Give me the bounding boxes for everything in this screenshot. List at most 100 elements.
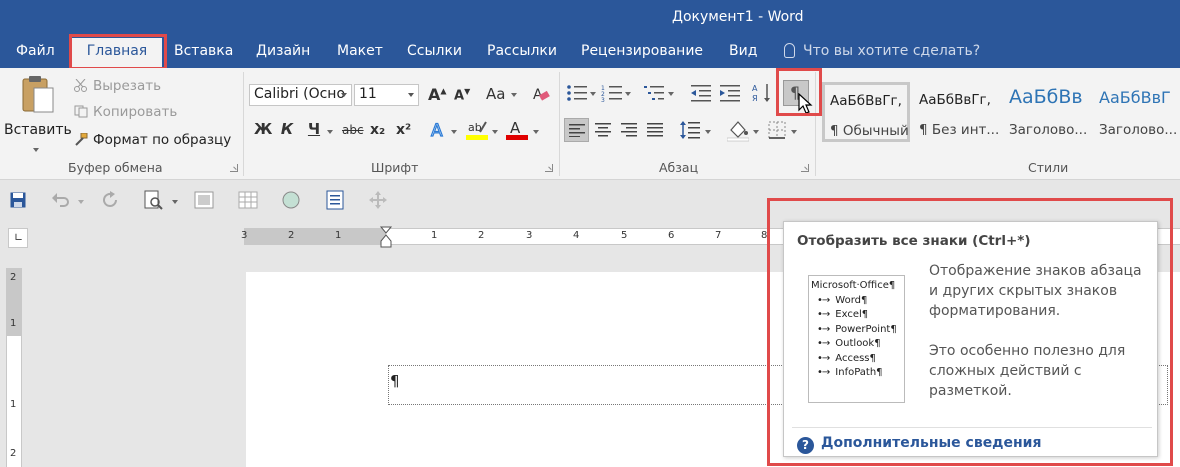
shape-circle-icon[interactable]	[282, 191, 300, 209]
underline-button[interactable]: Ч	[307, 120, 321, 138]
move-icon[interactable]	[368, 190, 388, 210]
strikethrough-button[interactable]: abc	[342, 123, 364, 137]
tab-review[interactable]: Рецензирование	[581, 43, 703, 59]
line-spacing-icon[interactable]	[680, 120, 700, 140]
tab-insert[interactable]: Вставка	[174, 43, 233, 59]
italic-button[interactable]: К	[280, 120, 294, 138]
style-normal[interactable]: АаБбВвГг, ¶ Обычный	[822, 82, 910, 142]
tab-mailings[interactable]: Рассылки	[487, 43, 557, 59]
clipboard-group-label: Буфер обмена	[68, 160, 163, 175]
increase-indent-icon[interactable]	[720, 84, 740, 102]
font-size-combo[interactable]: 11	[354, 84, 419, 106]
style-heading-2[interactable]: АаБбВвГ Заголово...	[1093, 82, 1180, 142]
align-right-icon[interactable]	[621, 123, 637, 137]
print-preview-dropdown-icon[interactable]	[172, 200, 178, 204]
highlight-dropdown-icon[interactable]	[492, 130, 498, 134]
font-launcher-icon[interactable]	[545, 164, 553, 172]
format-painter-button[interactable]: Формат по образцу	[74, 132, 231, 148]
bullets-icon[interactable]	[566, 84, 588, 102]
format-painter-label: Формат по образцу	[93, 132, 232, 148]
borders-icon[interactable]	[768, 121, 786, 139]
align-left-icon	[569, 124, 585, 137]
print-preview-icon[interactable]	[144, 190, 164, 210]
clipboard-launcher-icon[interactable]	[230, 164, 238, 172]
text-effects-dropdown-icon[interactable]	[451, 130, 457, 134]
line-spacing-dropdown-icon[interactable]	[705, 130, 711, 134]
form-icon[interactable]	[326, 190, 344, 210]
sort-icon[interactable]: АЯ	[752, 82, 772, 104]
svg-text:A: A	[510, 119, 521, 137]
indent-marker-icon[interactable]	[380, 226, 392, 248]
paragraph-group-label: Абзац	[659, 160, 699, 175]
style-heading-2-label: Заголово...	[1099, 122, 1178, 138]
underline-dropdown-icon[interactable]	[327, 130, 333, 134]
tell-me-box[interactable]: Что вы хотите сделать?	[784, 43, 980, 59]
svg-text:ab: ab	[468, 121, 482, 134]
style-no-spacing-label: ¶ Без инт...	[919, 122, 1000, 138]
highlight-color-icon[interactable]: ab	[466, 118, 488, 142]
shading-dropdown-icon[interactable]	[753, 130, 759, 134]
tab-selector[interactable]: ∟	[8, 228, 28, 248]
numbering-icon[interactable]: 123	[601, 84, 623, 102]
paragraph-launcher-icon[interactable]	[801, 164, 809, 172]
group-divider	[559, 72, 560, 176]
font-name-combo[interactable]: Calibri (Осно	[249, 84, 352, 106]
justify-icon[interactable]	[647, 123, 663, 137]
paste-dropdown-icon[interactable]	[33, 148, 39, 152]
tab-file[interactable]: Файл	[16, 43, 55, 59]
grow-font-button[interactable]: A▲	[428, 85, 447, 104]
align-center-icon[interactable]	[595, 123, 611, 137]
shading-icon[interactable]	[727, 118, 749, 142]
ruler-label: 2	[288, 230, 295, 241]
cut-button[interactable]: Вырезать	[74, 78, 161, 94]
align-left-button[interactable]	[564, 118, 589, 142]
text-effects-icon[interactable]: A	[430, 120, 448, 140]
grow-font-icon: A	[428, 85, 441, 104]
repeat-icon[interactable]	[102, 191, 120, 209]
highlight-home-tab	[69, 34, 167, 70]
tell-me-text: Что вы хотите сделать?	[803, 43, 981, 59]
tab-design[interactable]: Дизайн	[256, 43, 310, 59]
superscript-button[interactable]: x²	[396, 122, 411, 138]
shrink-font-button[interactable]: A▼	[454, 87, 470, 103]
ruler-label: 2	[478, 230, 485, 241]
undo-icon[interactable]	[52, 192, 70, 208]
tab-view[interactable]: Вид	[729, 43, 757, 59]
draw-table-icon[interactable]	[194, 191, 214, 209]
undo-dropdown-icon[interactable]	[78, 200, 84, 204]
style-heading-1-sample: АаБбВв	[1009, 86, 1083, 108]
title-bar: Документ1 - Word	[0, 0, 1180, 36]
insert-table-icon[interactable]	[238, 191, 258, 209]
tab-layout[interactable]: Макет	[337, 43, 383, 59]
paste-label: Вставить	[4, 122, 72, 138]
styles-group-label: Стили	[1028, 160, 1069, 175]
style-no-spacing-sample: АаБбВвГг,	[919, 92, 991, 108]
borders-dropdown-icon[interactable]	[791, 130, 797, 134]
scissors-icon	[74, 79, 87, 92]
svg-text:3: 3	[601, 97, 605, 102]
ruler-label: 1	[10, 318, 17, 329]
ruler-label: 6	[668, 230, 675, 241]
vertical-ruler[interactable]: 2 1 1 2	[6, 268, 22, 467]
ruler-label: 4	[573, 230, 580, 241]
highlight-show-marks	[776, 68, 822, 116]
tab-references[interactable]: Ссылки	[407, 43, 462, 59]
bullets-dropdown-icon[interactable]	[590, 92, 596, 96]
change-case-button[interactable]: Aa	[486, 85, 505, 103]
style-heading-1[interactable]: АаБбВв Заголово...	[1003, 82, 1091, 142]
copy-icon	[74, 105, 88, 118]
font-color-icon[interactable]: A	[506, 118, 528, 142]
subscript-button[interactable]: x₂	[370, 122, 385, 138]
multilevel-dropdown-icon[interactable]	[668, 92, 674, 96]
paste-button[interactable]: Вставить	[4, 74, 72, 154]
copy-button[interactable]: Копировать	[74, 104, 177, 120]
bold-button[interactable]: Ж	[254, 120, 272, 138]
multilevel-list-icon[interactable]	[644, 84, 666, 102]
save-icon[interactable]	[10, 192, 26, 208]
clear-formatting-icon[interactable]: A	[532, 85, 550, 103]
font-color-dropdown-icon[interactable]	[533, 130, 539, 134]
numbering-dropdown-icon[interactable]	[625, 92, 631, 96]
decrease-indent-icon[interactable]	[691, 84, 711, 102]
change-case-dropdown-icon[interactable]	[511, 93, 517, 97]
style-no-spacing[interactable]: АаБбВвГг, ¶ Без инт...	[913, 82, 1001, 142]
